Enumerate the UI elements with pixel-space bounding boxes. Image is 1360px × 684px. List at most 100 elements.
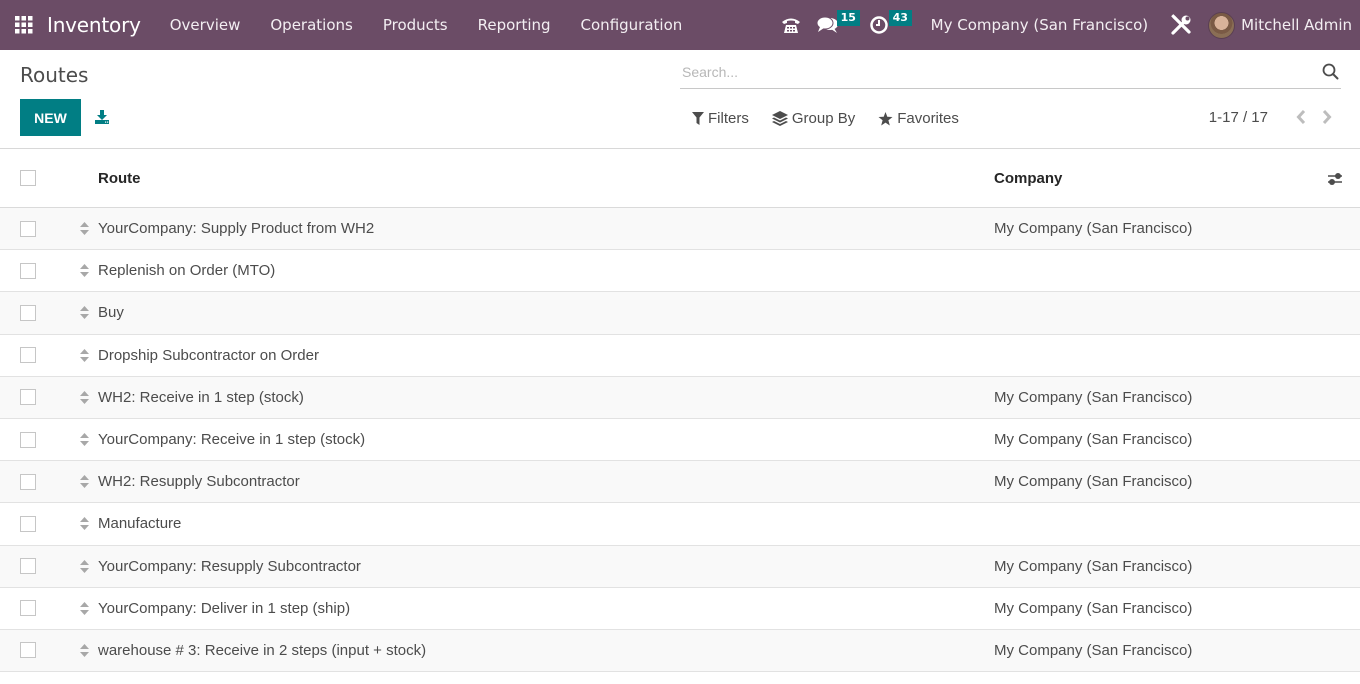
phone-button[interactable] xyxy=(781,0,811,50)
drag-handle[interactable] xyxy=(79,222,89,236)
table-row[interactable]: Dropship Subcontractor on Order xyxy=(0,335,1360,377)
star-icon xyxy=(878,111,893,125)
row-checkbox[interactable] xyxy=(20,600,36,617)
table-row[interactable]: YourCompany: Deliver in 1 step (ship) My… xyxy=(0,588,1360,630)
drag-handle[interactable] xyxy=(79,475,89,489)
table-row[interactable]: YourCompany: Supply Product from WH2 My … xyxy=(0,208,1360,251)
grid-icon xyxy=(15,16,33,34)
route-name: Buy xyxy=(98,304,124,322)
menu-overview[interactable]: Overview xyxy=(155,0,256,50)
layers-icon xyxy=(771,111,788,126)
sort-handle-icon xyxy=(79,264,89,278)
route-name: WH2: Resupply Subcontractor xyxy=(98,473,300,491)
tools-icon xyxy=(1171,14,1191,35)
table-row[interactable]: YourCompany: Resupply Subcontractor My C… xyxy=(0,545,1360,588)
row-checkbox[interactable] xyxy=(20,642,36,659)
filter-icon xyxy=(692,112,704,125)
drag-handle[interactable] xyxy=(79,517,89,531)
sort-handle-icon xyxy=(79,222,89,236)
sort-handle-icon xyxy=(79,601,89,615)
app-name[interactable]: Inventory xyxy=(47,13,141,37)
filters-button[interactable]: Filters xyxy=(692,110,749,127)
row-checkbox[interactable] xyxy=(20,347,36,364)
messages-button[interactable]: 15 xyxy=(811,0,869,50)
groupby-button[interactable]: Group By xyxy=(771,110,856,127)
route-company: My Company (San Francisco) xyxy=(994,599,1193,617)
table-row[interactable]: warehouse # 3: Receive in 2 steps (input… xyxy=(0,629,1360,673)
sort-handle-icon xyxy=(79,517,89,531)
table-row[interactable]: WH2: Receive in 1 step (stock) My Compan… xyxy=(0,376,1360,419)
menu-configuration[interactable]: Configuration xyxy=(566,0,698,50)
top-navbar: Inventory Overview Operations Products R… xyxy=(0,0,1360,50)
drag-handle[interactable] xyxy=(79,643,89,657)
drag-handle[interactable] xyxy=(79,601,89,615)
route-name: YourCompany: Receive in 1 step (stock) xyxy=(98,431,366,449)
user-name: Mitchell Admin xyxy=(1241,16,1352,34)
user-menu[interactable]: Mitchell Admin xyxy=(1208,11,1360,39)
favorites-label: Favorites xyxy=(897,110,959,127)
sort-handle-icon xyxy=(79,306,89,320)
chat-icon xyxy=(816,16,838,33)
menu-products[interactable]: Products xyxy=(368,0,463,50)
drag-handle[interactable] xyxy=(79,559,89,573)
table-body: YourCompany: Supply Product from WH2 My … xyxy=(0,208,1360,673)
drag-handle[interactable] xyxy=(79,390,89,404)
route-name: YourCompany: Supply Product from WH2 xyxy=(98,220,375,238)
row-checkbox[interactable] xyxy=(20,220,36,237)
menu-operations[interactable]: Operations xyxy=(255,0,367,50)
groupby-label: Group By xyxy=(791,110,856,127)
new-button[interactable]: NEW xyxy=(20,99,81,136)
search-input[interactable] xyxy=(680,55,1341,88)
search-options: Filters Group By Favorites xyxy=(692,110,982,127)
table-header: Route Company xyxy=(0,149,1360,208)
route-name: Manufacture xyxy=(98,515,182,533)
chevron-right-icon xyxy=(1322,110,1332,124)
avatar xyxy=(1208,11,1236,39)
route-company: My Company (San Francisco) xyxy=(994,641,1193,659)
row-checkbox[interactable] xyxy=(20,515,36,532)
menu-reporting[interactable]: Reporting xyxy=(463,0,566,50)
table-row[interactable]: Manufacture xyxy=(0,503,1360,546)
table-row[interactable]: Replenish on Order (MTO) xyxy=(0,250,1360,293)
route-company: My Company (San Francisco) xyxy=(994,557,1193,575)
export-button[interactable] xyxy=(93,108,111,126)
search-icon[interactable] xyxy=(1322,63,1339,80)
row-checkbox[interactable] xyxy=(20,431,36,448)
pager-previous-button[interactable] xyxy=(1294,108,1308,126)
column-header-company[interactable]: Company xyxy=(994,170,1062,187)
search-bar xyxy=(680,55,1341,89)
activities-button[interactable]: 43 xyxy=(869,0,919,50)
filters-label: Filters xyxy=(708,110,749,127)
select-all-checkbox[interactable] xyxy=(20,170,36,186)
debug-tools-button[interactable] xyxy=(1160,14,1208,36)
route-company: My Company (San Francisco) xyxy=(994,388,1193,406)
row-checkbox[interactable] xyxy=(20,473,36,490)
route-company: My Company (San Francisco) xyxy=(994,220,1193,238)
table-row[interactable]: WH2: Resupply Subcontractor My Company (… xyxy=(0,461,1360,504)
row-checkbox[interactable] xyxy=(20,558,36,575)
pager: 1-17 / 17 xyxy=(1209,108,1334,126)
messages-badge: 15 xyxy=(836,10,860,26)
column-header-route[interactable]: Route xyxy=(98,170,141,187)
route-name: warehouse # 3: Receive in 2 steps (input… xyxy=(98,641,427,659)
table-row[interactable]: Buy xyxy=(0,292,1360,335)
row-checkbox[interactable] xyxy=(20,304,36,321)
drag-handle[interactable] xyxy=(79,264,89,278)
row-checkbox[interactable] xyxy=(20,389,36,406)
route-name: WH2: Receive in 1 step (stock) xyxy=(98,388,304,406)
drag-handle[interactable] xyxy=(79,348,89,362)
pager-next-button[interactable] xyxy=(1320,108,1334,126)
row-checkbox[interactable] xyxy=(20,262,36,279)
page-title: Routes xyxy=(20,63,89,87)
route-company: My Company (San Francisco) xyxy=(994,473,1193,491)
optional-columns-icon[interactable] xyxy=(1326,171,1344,187)
company-switcher[interactable]: My Company (San Francisco) xyxy=(919,16,1160,34)
control-panel: Routes NEW Filters Group By xyxy=(0,50,1360,149)
pager-value[interactable]: 1-17 / 17 xyxy=(1209,109,1268,126)
drag-handle[interactable] xyxy=(79,306,89,320)
table-row[interactable]: YourCompany: Receive in 1 step (stock) M… xyxy=(0,419,1360,462)
drag-handle[interactable] xyxy=(79,433,89,447)
sort-handle-icon xyxy=(79,559,89,573)
app-menu-button[interactable] xyxy=(0,0,46,50)
favorites-button[interactable]: Favorites xyxy=(878,110,959,127)
